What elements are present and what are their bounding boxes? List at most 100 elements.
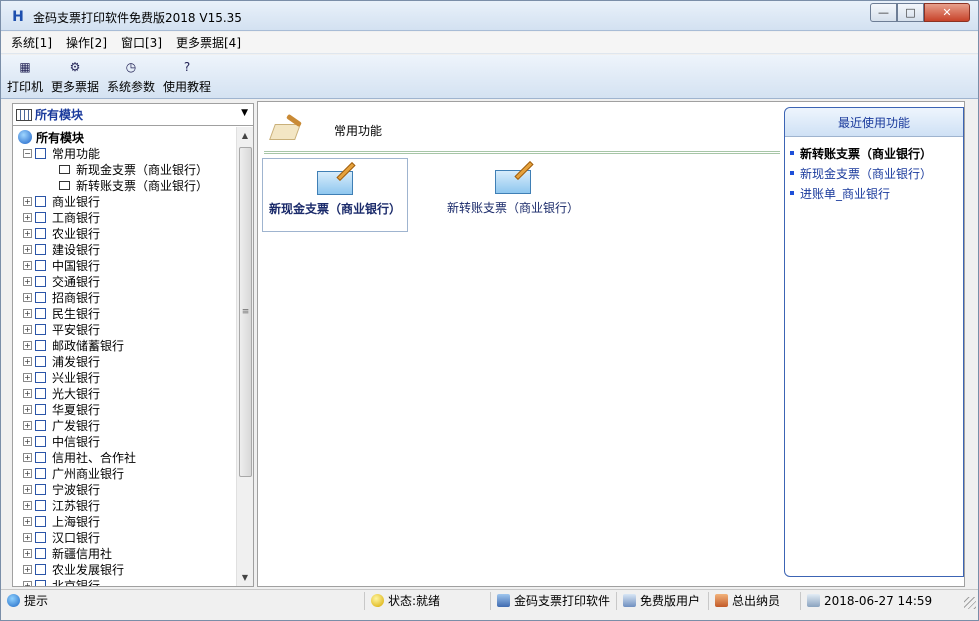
folder-icon — [35, 243, 46, 255]
tree-leaf[interactable]: 新现金支票（商业银行） — [13, 161, 237, 177]
recent-item[interactable]: 新现金支票（商业银行） — [785, 163, 963, 183]
menu-operation[interactable]: 操作[2] — [66, 34, 107, 51]
module-tree: 所有模块 − 常用功能 新现金支票（商业银行） 新转账支票（商业银行） + 商业银… — [13, 127, 237, 586]
tree-node-bank[interactable]: + 农业发展银行 — [13, 561, 237, 577]
tree-node-bank[interactable]: + 中国银行 — [13, 257, 237, 273]
tree-node-bank[interactable]: + 华夏银行 — [13, 401, 237, 417]
close-button[interactable]: ✕ — [924, 3, 970, 22]
tree-node-bank[interactable]: + 民生银行 — [13, 305, 237, 321]
tree-node-bank[interactable]: + 江苏银行 — [13, 497, 237, 513]
tree-node-bank[interactable]: + 交通银行 — [13, 273, 237, 289]
tree-node-label: 广发银行 — [52, 418, 101, 433]
minimize-button[interactable]: — — [870, 3, 897, 22]
recent-item[interactable]: 新转账支票（商业银行） — [785, 143, 963, 163]
tree-node-bank[interactable]: + 浦发银行 — [13, 353, 237, 369]
tree-node-bank[interactable]: + 广州商业银行 — [13, 465, 237, 481]
tree-node-bank[interactable]: + 招商银行 — [13, 289, 237, 305]
expand-icon[interactable]: + — [23, 228, 32, 238]
expand-icon[interactable]: + — [23, 484, 32, 494]
tree-node-bank[interactable]: + 信用社、合作社 — [13, 449, 237, 465]
tree-node-bank[interactable]: + 兴业银行 — [13, 369, 237, 385]
tree-node-label: 农业银行 — [52, 226, 101, 241]
expand-icon[interactable]: + — [23, 260, 32, 270]
tree-node-bank[interactable]: + 上海银行 — [13, 513, 237, 529]
expand-icon[interactable]: + — [23, 532, 32, 542]
tree-node-bank[interactable]: + 商业银行 — [13, 193, 237, 209]
tree-node-bank[interactable]: + 农业银行 — [13, 225, 237, 241]
tree-node-bank[interactable]: + 新疆信用社 — [13, 545, 237, 561]
scroll-thumb[interactable]: ≡ — [239, 147, 252, 477]
globe-icon — [7, 594, 20, 607]
chevron-down-icon[interactable]: ▼ — [241, 108, 248, 118]
expand-icon[interactable]: + — [23, 292, 32, 302]
tree-node-bank[interactable]: + 宁波银行 — [13, 481, 237, 497]
expand-icon[interactable]: + — [23, 404, 32, 414]
tree-node-bank[interactable]: + 中信银行 — [13, 433, 237, 449]
tree-scrollbar[interactable]: ▲ ≡ ▼ — [236, 127, 253, 586]
expand-icon[interactable]: + — [23, 516, 32, 526]
tree-node-bank[interactable]: + 建设银行 — [13, 241, 237, 257]
expand-icon[interactable]: + — [23, 452, 32, 462]
expand-icon[interactable]: + — [23, 244, 32, 254]
expand-icon[interactable]: + — [23, 340, 32, 350]
tree-node-label: 交通银行 — [52, 274, 101, 289]
toolbar-more-tickets-button[interactable]: ⚙ 更多票据 — [49, 55, 101, 98]
expand-icon[interactable]: + — [23, 580, 32, 586]
expand-icon[interactable]: + — [23, 564, 32, 574]
tree-root[interactable]: 所有模块 — [13, 129, 237, 145]
expand-icon[interactable]: + — [23, 212, 32, 222]
module-selector[interactable]: 所有模块 ▼ — [13, 104, 253, 126]
tree-node-bank[interactable]: + 平安银行 — [13, 321, 237, 337]
tree-node-bank[interactable]: + 邮政储蓄银行 — [13, 337, 237, 353]
maximize-button[interactable]: □ — [897, 3, 924, 22]
resize-grip[interactable] — [964, 597, 976, 609]
menu-window[interactable]: 窗口[3] — [121, 34, 162, 51]
expand-icon[interactable]: + — [23, 388, 32, 398]
scroll-down-icon[interactable]: ▼ — [237, 569, 253, 586]
function-new-cash-check[interactable]: 新现金支票（商业银行） — [262, 158, 408, 232]
folder-icon — [35, 499, 46, 511]
tree-node-label: 宁波银行 — [52, 482, 101, 497]
toolbar-settings-button[interactable]: ◷ 系统参数 — [105, 55, 157, 98]
expand-icon[interactable]: + — [23, 372, 32, 382]
tree-node-common[interactable]: − 常用功能 — [13, 145, 237, 161]
toolbar-help-button[interactable]: ? 使用教程 — [161, 55, 213, 98]
edit-form-icon — [317, 161, 356, 195]
expand-icon[interactable]: + — [23, 468, 32, 478]
bullet-icon — [790, 171, 794, 175]
window-controls: — □ ✕ — [870, 3, 970, 23]
tree-node-bank[interactable]: + 工商银行 — [13, 209, 237, 225]
expand-icon[interactable]: + — [23, 308, 32, 318]
status-role-text: 总出纳员 — [732, 594, 781, 608]
menu-more-tickets[interactable]: 更多票据[4] — [176, 34, 241, 51]
expand-icon[interactable]: + — [23, 196, 32, 206]
function-label: 新转账支票（商业银行） — [446, 201, 579, 215]
tree-node-bank[interactable]: + 光大银行 — [13, 385, 237, 401]
document-icon — [59, 180, 70, 190]
expand-icon[interactable]: + — [23, 500, 32, 510]
toolbar: ▦ 打印机 ⚙ 更多票据 ◷ 系统参数 ? 使用教程 — [1, 55, 978, 99]
expand-icon[interactable]: + — [23, 324, 32, 334]
function-new-transfer-check[interactable]: 新转账支票（商业银行） — [428, 158, 598, 232]
expand-icon[interactable]: + — [23, 436, 32, 446]
expand-icon[interactable]: + — [23, 356, 32, 366]
bullet-icon — [790, 191, 794, 195]
menu-system[interactable]: 系统[1] — [11, 34, 52, 51]
module-panel: 所有模块 ▼ 所有模块 − 常用功能 新现金支票（商业银行） 新转账支票（商业银… — [12, 103, 254, 587]
expand-icon[interactable]: + — [23, 276, 32, 286]
expand-icon[interactable]: + — [23, 548, 32, 558]
recent-item[interactable]: 进账单_商业银行 — [785, 183, 963, 203]
calendar-icon — [807, 594, 820, 607]
scroll-up-icon[interactable]: ▲ — [237, 127, 253, 144]
tree-node-bank[interactable]: + 北京银行 — [13, 577, 237, 586]
tree-node-label: 工商银行 — [52, 210, 101, 225]
tree-leaf[interactable]: 新转账支票（商业银行） — [13, 177, 237, 193]
tree-node-label: 建设银行 — [52, 242, 101, 257]
toolbar-printer-button[interactable]: ▦ 打印机 — [5, 55, 45, 98]
folder-icon — [35, 355, 46, 367]
tree-node-bank[interactable]: + 汉口银行 — [13, 529, 237, 545]
section-divider — [264, 151, 780, 154]
collapse-icon[interactable]: − — [23, 148, 32, 158]
expand-icon[interactable]: + — [23, 420, 32, 430]
tree-node-bank[interactable]: + 广发银行 — [13, 417, 237, 433]
